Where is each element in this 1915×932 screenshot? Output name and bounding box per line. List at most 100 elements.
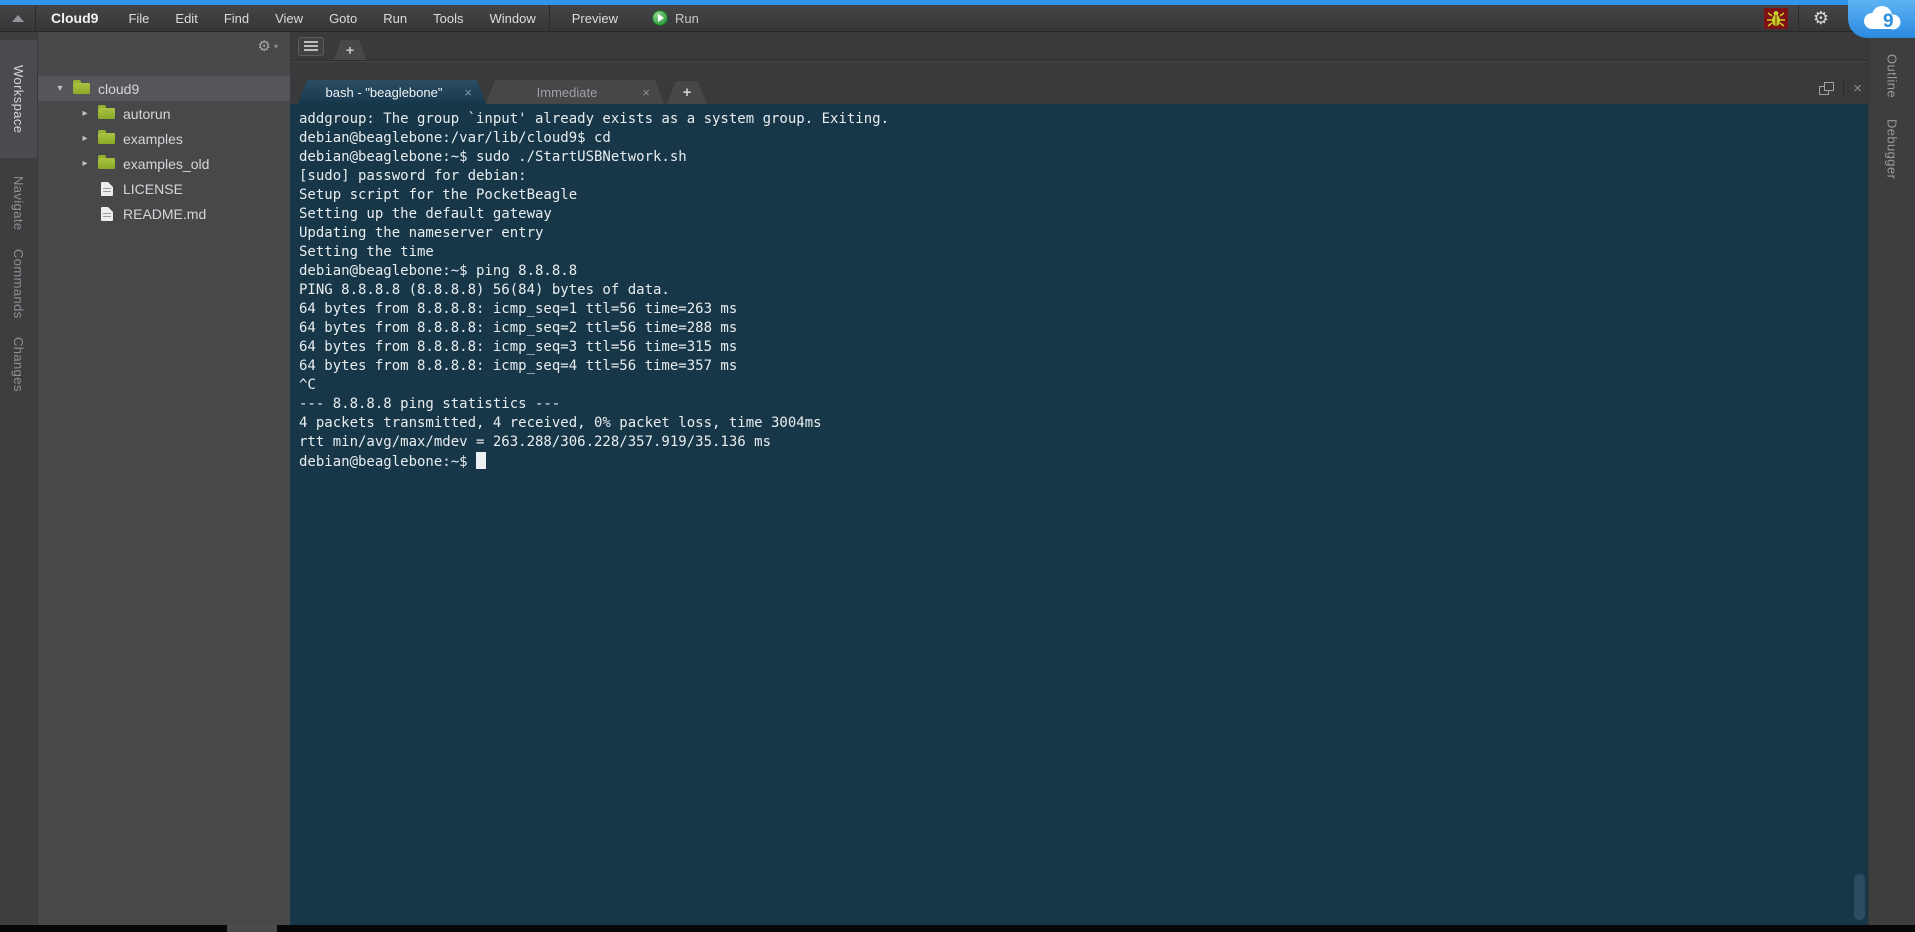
debug-bug-icon[interactable] <box>1764 8 1788 29</box>
tree-item-label: LICENSE <box>123 181 183 197</box>
terminal-line: 64 bytes from 8.8.8.8: icmp_seq=4 ttl=56… <box>299 357 1868 376</box>
terminal-line: 4 packets transmitted, 4 received, 0% pa… <box>299 414 1868 433</box>
tree-item-label: cloud9 <box>98 81 139 97</box>
settings-gear-icon[interactable]: ⚙ <box>1799 8 1843 29</box>
right-rail: Outline Debugger <box>1868 32 1915 925</box>
menu-item-run[interactable]: Run <box>370 5 420 31</box>
sidebar-tab-label: Changes <box>11 337 26 392</box>
chevron-right-icon[interactable]: ▸ <box>77 108 93 119</box>
close-pane-icon[interactable]: × <box>1853 81 1862 96</box>
sidebar-tab-debugger[interactable]: Debugger <box>1869 119 1915 179</box>
collapse-arrow-icon <box>12 15 24 22</box>
workspace-settings-gear-icon[interactable]: ⚙▾ <box>258 37 278 55</box>
tree-item-label: examples_old <box>123 156 209 172</box>
list-icon <box>304 41 318 51</box>
sidebar-tab-changes[interactable]: Changes <box>0 337 37 392</box>
bottom-strip <box>0 925 1915 932</box>
menu-item-find[interactable]: Find <box>211 5 262 31</box>
tree-item-cloud9[interactable]: ▾ cloud9 <box>38 76 290 101</box>
console-tab-bar: bash - "beaglebone"×Immediate×+ × <box>290 60 1868 104</box>
terminal-line: rtt min/avg/max/mdev = 263.288/306.228/3… <box>299 433 1868 452</box>
tree-item-label: examples <box>123 131 183 147</box>
sidebar-tab-outline[interactable]: Outline <box>1869 54 1915 98</box>
sidebar-tab-label: Commands <box>11 249 26 319</box>
folder-icon <box>98 158 115 169</box>
sidebar-tab-workspace[interactable]: Workspace <box>0 40 37 158</box>
cloud9-logo-icon: 9 <box>1859 5 1905 33</box>
workspace-panel: ⚙▾ ▾ cloud9 ▸ autorun ▸ examples ▸ examples_old… <box>37 32 290 925</box>
tree-item-label: autorun <box>123 106 170 122</box>
terminal[interactable]: addgroup: The group `input' already exis… <box>290 104 1868 925</box>
sidebar-tab-label: Workspace <box>11 65 26 133</box>
terminal-line: Updating the nameserver entry <box>299 224 1868 243</box>
console-tab-bash-beaglebone-[interactable]: bash - "beaglebone"× <box>298 80 486 104</box>
tab-close-icon[interactable]: × <box>634 85 650 100</box>
terminal-cursor <box>476 452 486 469</box>
tree-item-autorun[interactable]: ▸ autorun <box>38 101 290 126</box>
menubar: Cloud9 FileEditFindViewGotoRunToolsWindo… <box>0 5 1915 32</box>
terminal-line: debian@beaglebone:~$ ping 8.8.8.8 <box>299 262 1868 281</box>
file-icon <box>101 182 113 196</box>
tab-list-button[interactable] <box>298 37 324 56</box>
sidebar-tab-label: Navigate <box>11 176 26 231</box>
menu-item-tools[interactable]: Tools <box>420 5 476 31</box>
new-tab-button-top[interactable]: + <box>334 40 366 60</box>
maximize-pane-icon[interactable] <box>1819 82 1834 95</box>
menu-item-edit[interactable]: Edit <box>162 5 210 31</box>
terminal-line: addgroup: The group `input' already exis… <box>299 110 1868 129</box>
cloud9-logo[interactable]: 9 <box>1848 0 1915 38</box>
menu-item-window[interactable]: Window <box>476 5 548 31</box>
terminal-line: Setup script for the PocketBeagle <box>299 186 1868 205</box>
menu-item-file[interactable]: File <box>115 5 162 31</box>
chevron-right-icon[interactable]: ▸ <box>77 158 93 169</box>
terminal-line: 64 bytes from 8.8.8.8: icmp_seq=1 ttl=56… <box>299 300 1868 319</box>
tree-item-examples[interactable]: ▸ examples <box>38 126 290 151</box>
sidebar-tab-navigate[interactable]: Navigate <box>0 176 37 231</box>
pane-toolbar: + <box>290 32 1868 60</box>
menubar-collapse-button[interactable] <box>0 5 36 31</box>
tabbar-divider <box>1843 79 1844 97</box>
console-area: + bash - "beaglebone"×Immediate×+ × addg… <box>290 32 1868 925</box>
console-tab-immediate[interactable]: Immediate× <box>486 80 664 104</box>
terminal-line: Setting up the default gateway <box>299 205 1868 224</box>
terminal-line: [sudo] password for debian: <box>299 167 1868 186</box>
folder-icon <box>98 108 115 119</box>
terminal-line: Setting the time <box>299 243 1868 262</box>
menu-item-goto[interactable]: Goto <box>316 5 370 31</box>
tree-item-label: README.md <box>123 206 206 222</box>
tree-item-examples_old[interactable]: ▸ examples_old <box>38 151 290 176</box>
terminal-line: PING 8.8.8.8 (8.8.8.8) 56(84) bytes of d… <box>299 281 1868 300</box>
terminal-line: --- 8.8.8.8 ping statistics --- <box>299 395 1868 414</box>
file-icon <box>101 207 113 221</box>
terminal-line: 64 bytes from 8.8.8.8: icmp_seq=2 ttl=56… <box>299 319 1868 338</box>
folder-icon <box>73 83 90 94</box>
folder-icon <box>98 133 115 144</box>
sidebar-tab-commands[interactable]: Commands <box>0 249 37 319</box>
terminal-scrollbar-thumb[interactable] <box>1854 874 1865 920</box>
preview-button[interactable]: Preview <box>550 5 638 31</box>
tree-item-readme.md[interactable]: README.md <box>38 201 290 226</box>
panel-resize-handle[interactable] <box>227 925 277 932</box>
svg-text:9: 9 <box>1883 11 1894 32</box>
sidebar-tab-label: Outline <box>1885 54 1900 98</box>
terminal-line: ^C <box>299 376 1868 395</box>
file-tree: ▾ cloud9 ▸ autorun ▸ examples ▸ examples_old LIC… <box>38 76 290 226</box>
terminal-line: debian@beaglebone:/var/lib/cloud9$ cd <box>299 129 1868 148</box>
run-button[interactable]: Run <box>638 5 713 31</box>
run-button-label: Run <box>675 11 699 26</box>
console-tab-label: Immediate <box>500 85 634 100</box>
menu-items: FileEditFindViewGotoRunToolsWindow <box>115 5 548 31</box>
top-accent-strip <box>0 0 1915 5</box>
chevron-down-icon[interactable]: ▾ <box>52 83 68 94</box>
terminal-line: debian@beaglebone:~$ sudo ./StartUSBNetw… <box>299 148 1868 167</box>
console-tab-label: bash - "beaglebone" <box>312 85 456 100</box>
terminal-line: 64 bytes from 8.8.8.8: icmp_seq=3 ttl=56… <box>299 338 1868 357</box>
chevron-right-icon[interactable]: ▸ <box>77 133 93 144</box>
app-title[interactable]: Cloud9 <box>36 10 115 26</box>
tab-close-icon[interactable]: × <box>456 85 472 100</box>
menu-item-view[interactable]: View <box>262 5 316 31</box>
terminal-line: debian@beaglebone:~$ <box>299 452 1868 471</box>
sidebar-tab-label: Debugger <box>1885 119 1900 179</box>
new-tab-plus-button[interactable]: + <box>667 81 707 104</box>
tree-item-license[interactable]: LICENSE <box>38 176 290 201</box>
